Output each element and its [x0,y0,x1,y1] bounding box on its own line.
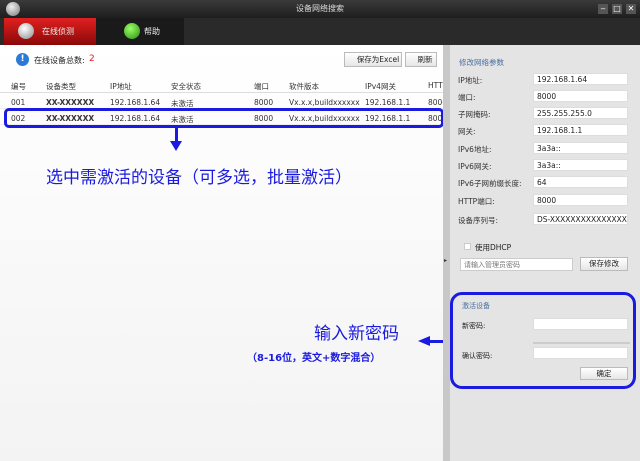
admin-password-input[interactable] [460,258,573,271]
column-header[interactable]: 端口 [254,81,269,92]
save-changes-button[interactable]: 保存修改 [580,257,628,271]
window-title: 设备网络搜索 [296,4,344,13]
confirm-button[interactable]: 确定 [580,367,628,380]
button-label: 刷新 [417,55,433,64]
field-label: IPv6网关: [458,162,492,171]
column-header[interactable]: HTT [428,81,443,90]
close-button[interactable]: ✕ [626,4,636,14]
field-label: 端口: [458,93,476,102]
info-icon: ! [16,53,29,66]
table-cell: 8000 [428,98,443,107]
password-rule-annotation: （8-16位，英文+数字混合） [247,353,381,364]
table-cell: XX-XXXXXX [46,98,95,107]
field-input[interactable]: 8000 [533,90,628,102]
save-excel-button[interactable]: 保存为Excel [344,52,402,67]
table-cell: 192.168.1.1 [365,98,411,107]
field-label: IPv6子网前缀长度: [458,179,522,188]
tab-bar: 在线侦测 帮助 [0,18,640,45]
table-cell: 192.168.1.64 [110,98,161,107]
select-annotation: 选中需激活的设备（可多选，批量激活） [46,168,352,188]
column-header[interactable]: 安全状态 [171,81,201,92]
arrow-head [170,141,182,151]
maximize-button[interactable]: □ [612,4,622,14]
tab-label: 帮助 [144,27,160,36]
field-input[interactable]: 255.255.255.0 [533,107,628,119]
minimize-button[interactable]: ‒ [598,4,608,14]
dhcp-label: 使用DHCP [475,243,512,252]
arrow-head [418,336,430,346]
network-section-title: 修改网络参数 [459,58,504,67]
tab-label: 在线侦测 [42,27,74,36]
button-label: 保存为Excel [356,55,400,64]
column-header[interactable]: 编号 [11,81,26,92]
info-icon [124,23,140,39]
field-input[interactable]: 192.168.1.64 [533,73,628,85]
column-header[interactable]: 软件版本 [289,81,319,92]
password-annotation: 输入新密码 [314,324,399,344]
app-logo-icon [6,2,20,16]
panel-splitter[interactable]: ▸ [443,45,450,461]
globe-user-icon [18,23,34,39]
field-input[interactable]: 3a3a:: [533,159,628,171]
tab-help[interactable]: 帮助 [96,18,184,45]
table-cell: Vx.x.x,buildxxxxxx [289,98,360,107]
new-password-input[interactable] [533,318,628,330]
field-label: IP地址: [458,76,483,85]
collapse-arrow-icon[interactable]: ▸ [444,257,447,264]
arrow-down-icon [175,128,178,142]
field-label: 子网掩码: [458,110,491,119]
column-header[interactable]: IP地址 [110,81,132,92]
online-count: 2 [89,54,95,64]
online-count-label: 在线设备总数: [34,56,85,65]
column-header[interactable]: 设备类型 [46,81,76,92]
title-bar: 设备网络搜索 ‒ □ ✕ [0,0,640,18]
table-cell: 8000 [254,98,274,107]
field-input[interactable]: 3a3a:: [533,142,628,154]
field-input[interactable]: 8000 [533,194,628,206]
field-label: 设备序列号: [458,216,499,225]
field-input[interactable]: 192.168.1.1 [533,124,628,136]
new-password-label: 新密码: [462,322,486,330]
network-params-panel: 修改网络参数 IP地址: 192.168.1.64 端口: 8000 子网掩码: 255.… [450,45,640,461]
field-label: HTTP端口: [458,197,495,206]
column-header[interactable]: IPv4网关 [365,81,396,92]
field-label: IPv6地址: [458,145,492,154]
confirm-password-label: 确认密码: [462,352,493,360]
device-list-panel: ! 在线设备总数: 2 保存为Excel 刷新 编号 设备类型 IP地址 安全状态 端口… [0,45,450,461]
table-cell: 001 [11,98,26,107]
field-input[interactable]: 64 [533,176,628,188]
refresh-button[interactable]: 刷新 [405,52,437,67]
dhcp-checkbox[interactable] [464,243,471,250]
field-label: 网关: [458,127,476,136]
selection-highlight [4,108,444,128]
table-row[interactable]: 001 XX-XXXXXX 192.168.1.64 未激活 8000 Vx.x.x,bu… [0,94,443,109]
activate-title: 激活设备 [462,302,490,310]
field-input[interactable]: DS-XXXXXXXXXXXXXXXXX [533,213,628,225]
tab-online-detect[interactable]: 在线侦测 [4,18,96,45]
password-strength-bar [533,342,630,344]
confirm-password-input[interactable] [533,347,628,359]
